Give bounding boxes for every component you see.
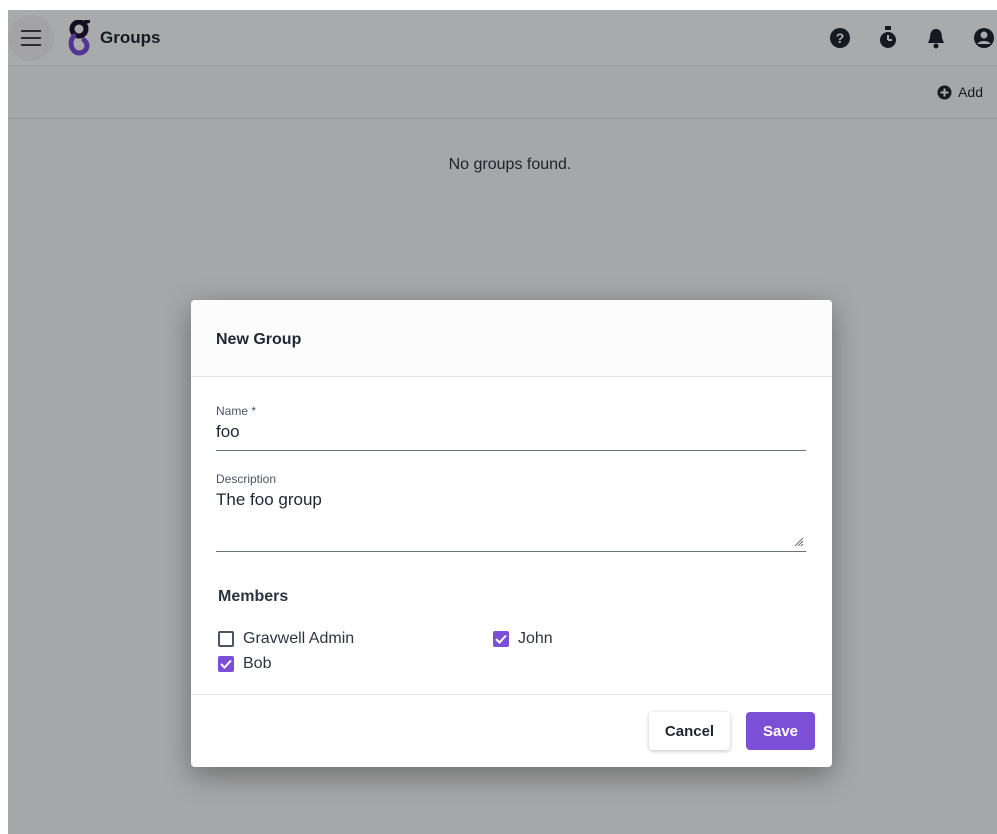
- description-textarea[interactable]: The foo group: [216, 490, 806, 510]
- resize-handle-icon[interactable]: [794, 537, 804, 547]
- checkbox-unchecked-icon[interactable]: [218, 631, 234, 647]
- save-button[interactable]: Save: [746, 712, 815, 750]
- app-window: Groups ? Add No groups found. New Group …: [8, 10, 997, 834]
- description-field[interactable]: Description The foo group: [216, 472, 806, 552]
- new-group-dialog: New Group Name * foo Description The foo…: [191, 300, 832, 767]
- cancel-button[interactable]: Cancel: [649, 712, 730, 750]
- member-label: Bob: [243, 655, 272, 672]
- name-label: Name *: [216, 404, 257, 418]
- member-checkbox-john[interactable]: John: [493, 630, 553, 648]
- name-field[interactable]: Name * foo: [216, 404, 806, 451]
- member-checkbox-bob[interactable]: Bob: [218, 655, 271, 673]
- checkbox-checked-icon[interactable]: [493, 631, 509, 647]
- dialog-header: New Group: [191, 300, 832, 377]
- checkbox-checked-icon[interactable]: [218, 656, 234, 672]
- member-label: John: [518, 630, 553, 647]
- name-input[interactable]: foo: [216, 422, 806, 442]
- dialog-footer: Cancel Save: [191, 694, 832, 767]
- member-checkbox-gravwell-admin[interactable]: Gravwell Admin: [218, 630, 354, 648]
- description-label: Description: [216, 472, 277, 486]
- members-heading: Members: [218, 588, 289, 605]
- dialog-title: New Group: [216, 331, 302, 348]
- member-label: Gravwell Admin: [243, 630, 355, 647]
